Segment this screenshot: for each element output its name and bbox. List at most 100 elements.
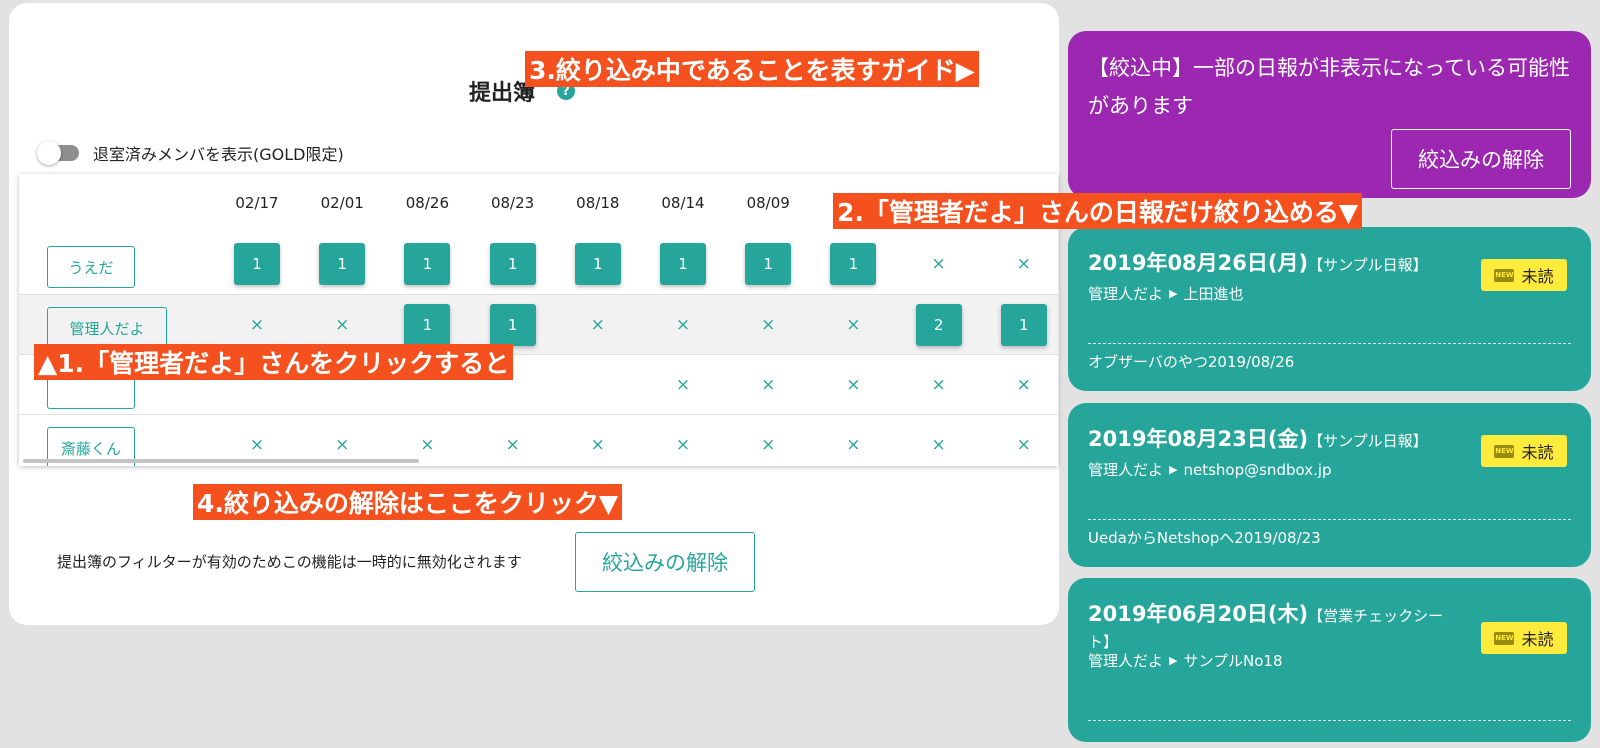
submission-count-button[interactable]: 2 [915,304,962,346]
no-submission-mark: × [931,435,946,455]
table-cell: × [811,423,895,466]
report-date: 2019年08月26日(月)【サンプル日報】 [1088,247,1478,277]
submission-count-button[interactable]: 1 [660,243,706,285]
table-cell: 1 [385,303,469,347]
submission-count-button[interactable]: 1 [404,243,451,285]
toggle-knob[interactable] [37,141,61,165]
submission-count-button[interactable]: 1 [1000,304,1047,346]
submission-count-button[interactable]: 1 [489,304,536,346]
annotation-2: 2.「管理者だよ」さんの日報だけ絞り込める▼ [833,193,1363,229]
date-header: 08/18 [576,194,620,212]
table-cell: 1 [982,303,1058,347]
no-submission-mark: × [1016,435,1031,455]
report-separator [1088,720,1571,721]
no-submission-mark: × [761,315,776,335]
report-date: 2019年06月20日(木)【営業チェックシー ト】 [1088,598,1458,652]
no-submission-mark: × [335,435,350,455]
report-author: 管理人だよ [1088,285,1164,303]
no-submission-mark: × [1016,254,1031,274]
annotation-1: ▲1.「管理者だよ」さんをクリックすると [34,344,514,380]
table-cell: × [641,303,725,347]
no-submission-mark: × [675,315,691,335]
table-cell: 1 [300,242,384,286]
date-header: 08/26 [405,194,449,212]
unread-badge: NEW 未読 [1481,622,1567,654]
table-cell: 2 [897,303,981,347]
submission-count-button[interactable]: 1 [830,243,877,285]
date-header: 02/01 [320,194,364,212]
report-card[interactable]: 2019年08月26日(月)【サンプル日報】 管理人だよ ▶ 上田進也 オブザーバのやつ… [1068,227,1591,391]
submission-count-button[interactable]: 1 [319,243,366,285]
table-cell: × [471,423,555,466]
unread-badge: NEW 未読 [1481,259,1567,291]
table-cell: × [982,423,1058,466]
arrow-right-icon: ▶ [1169,654,1178,667]
no-submission-mark: × [675,435,691,455]
table-cell: × [982,363,1058,407]
report-separator [1088,343,1571,344]
horizontal-scrollbar[interactable] [23,459,419,463]
no-submission-mark: × [931,254,946,274]
report-card[interactable]: 2019年08月23日(金)【サンプル日報】管理人だよ ▶ netshop@sndb… [1068,403,1591,567]
table-cell: 1 [385,242,469,286]
table-cell: × [300,303,384,347]
date-header: 08/14 [661,194,705,212]
annotation-4: 4.絞り込みの解除はここをクリック▼ [193,484,623,520]
submission-count-button[interactable]: 1 [234,243,280,285]
table-cell: × [726,423,810,466]
no-submission-mark: × [846,315,861,335]
filter-guide-text: 【絞込中】一部の日報が非表示になっている可能性があります [1088,56,1570,118]
report-meta: 管理人だよ ▶ サンプルNo18 [1088,650,1283,671]
submission-count-button[interactable]: 1 [745,243,792,285]
table-cell: × [811,363,895,407]
no-submission-mark: × [590,435,605,455]
filter-guide: 【絞込中】一部の日報が非表示になっている可能性があります 絞込みの解除 [1068,31,1591,198]
no-submission-mark: × [420,435,435,455]
member-filter-button[interactable]: うえだ [47,246,135,288]
no-submission-mark: × [675,375,691,395]
no-submission-mark: × [761,375,776,395]
unread-label: 未読 [1521,443,1554,462]
submission-panel: 提出簿 ? 退室済みメンバを表示(GOLD限定) 02/17 02/01 08/26… [9,3,1059,625]
table-cell: × [897,242,981,286]
filter-guide-clear-button[interactable]: 絞込みの解除 [1391,129,1571,189]
no-submission-mark: × [846,435,861,455]
new-icon: NEW [1494,268,1515,282]
table-cell: × [726,303,810,347]
table-cell: 1 [471,303,555,347]
table-cell: × [641,423,725,466]
arrow-right-icon: ▶ [1169,287,1178,300]
no-submission-mark: × [761,435,776,455]
table-cell: × [556,423,640,466]
report-date-text: 2019年08月23日(金) [1088,427,1309,451]
no-submission-mark: × [249,435,265,455]
show-left-members-toggle[interactable]: 退室済みメンバを表示(GOLD限定) [37,141,344,165]
annotation-3: 3.絞り込み中であることを表すガイド▶ [525,51,979,87]
report-kind: 【サンプル日報】 [1308,432,1428,450]
filter-disabled-note: 提出簿のフィルターが有効のためこの機能は一時的に無効化されます [57,553,522,571]
unread-label: 未読 [1521,267,1554,286]
table-cell: 1 [471,242,555,286]
table-cell: × [982,242,1058,286]
no-submission-mark: × [846,375,861,395]
table-cell: × [897,423,981,466]
report-card[interactable]: 2019年06月20日(木)【営業チェックシー ト】 管理人だよ ▶ サンプルNo18… [1068,578,1591,742]
report-title: UedaからNetshopへ2019/08/23 [1088,529,1321,547]
clear-filter-button[interactable]: 絞込みの解除 [575,532,755,592]
member-filter-button[interactable]: 管理人だよ [47,307,167,349]
submission-count-button[interactable]: 1 [574,243,621,285]
report-recipient: サンプルNo18 [1183,652,1283,670]
no-submission-mark: × [249,315,265,335]
unread-badge: NEW 未読 [1481,435,1567,467]
report-separator [1088,519,1571,520]
submission-count-button[interactable]: 1 [489,243,536,285]
toggle-track[interactable] [37,141,79,165]
table-cell: × [726,363,810,407]
table-cell: × [897,363,981,407]
arrow-right-icon: ▶ [1169,463,1178,476]
date-header: 08/23 [490,194,535,212]
submission-count-button[interactable]: 1 [404,304,451,346]
report-meta: 管理人だよ ▶ netshop@sndbox.jp [1088,459,1332,480]
table-cell: × [215,303,299,347]
table-cell: 1 [556,242,640,286]
